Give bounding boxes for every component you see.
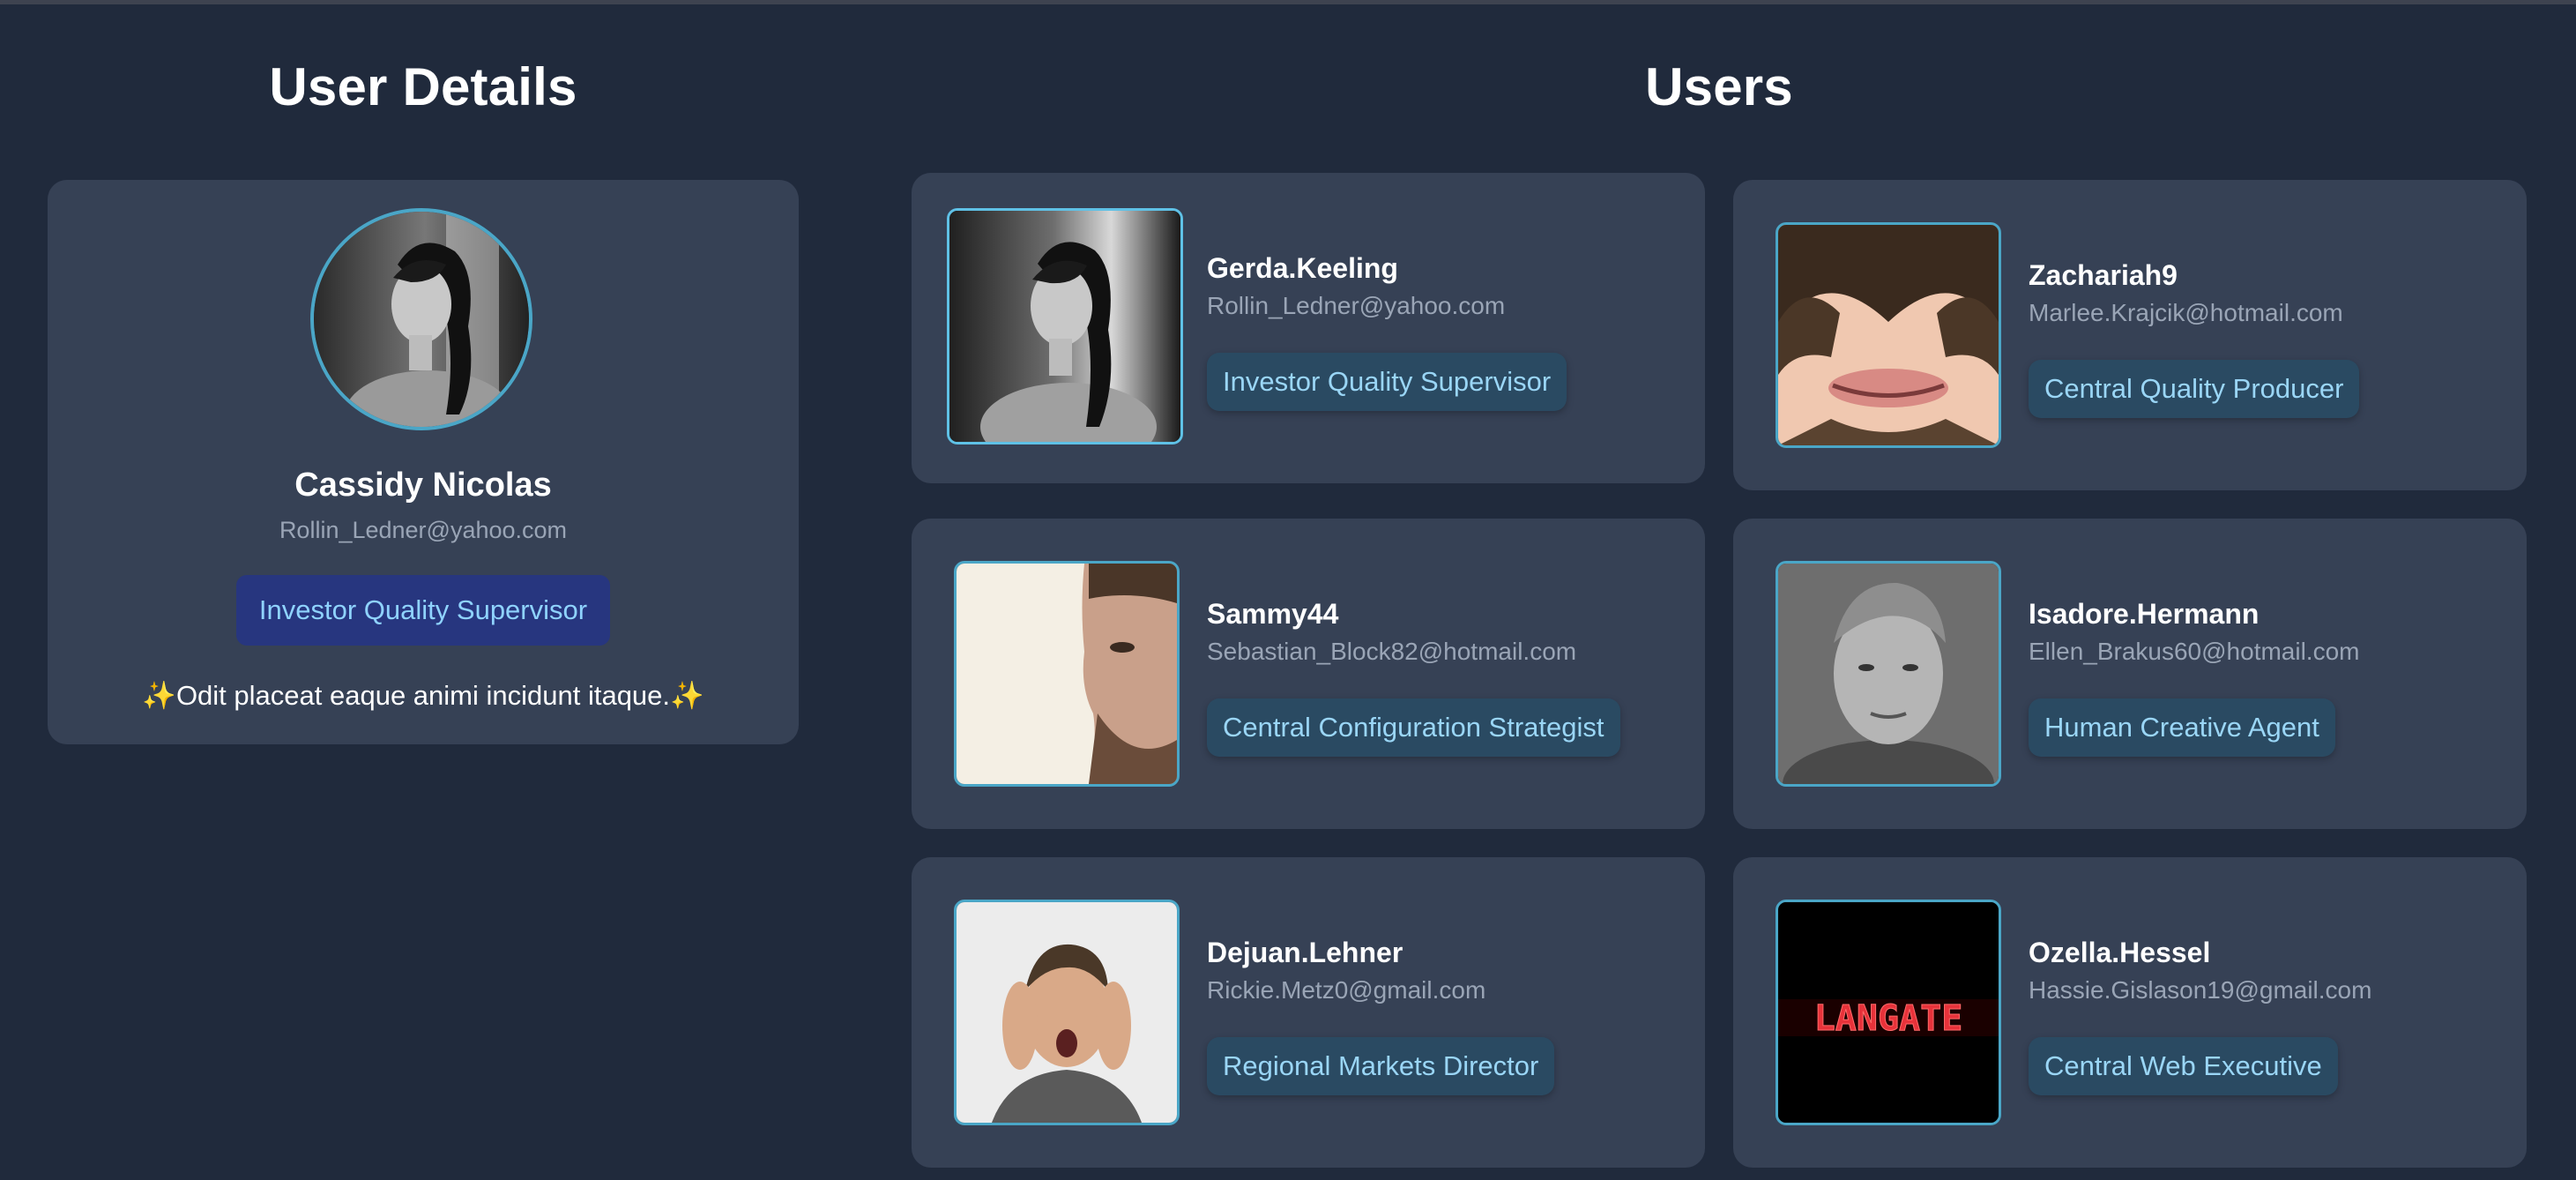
- window-top-border: [0, 0, 2576, 4]
- user-role-badge: Regional Markets Director: [1207, 1037, 1555, 1095]
- detail-email: Rollin_Ledner@yahoo.com: [279, 517, 568, 543]
- user-email: Hassie.Gislason19@gmail.com: [2029, 976, 2372, 1004]
- user-detail-card: Cassidy Nicolas Rollin_Ledner@yahoo.com …: [48, 180, 799, 744]
- detail-bio: ✨Odit placeat eaque animi incidunt itaqu…: [142, 680, 704, 711]
- user-card-ozella-hessel[interactable]: LANGATE Ozella.Hessel Hassie.Gislason19@…: [1733, 857, 2527, 1168]
- user-role-badge: Human Creative Agent: [2029, 698, 2335, 757]
- user-name: Isadore.Hermann: [2029, 598, 2260, 630]
- user-name: Ozella.Hessel: [2029, 937, 2211, 968]
- user-details-heading: User Details: [269, 57, 577, 116]
- surprised-man-image: [957, 902, 1177, 1123]
- user-card-gerda-keeling[interactable]: Gerda.Keeling Rollin_Ledner@yahoo.com In…: [912, 173, 1705, 483]
- user-photo: [954, 561, 1180, 787]
- user-role-badge: Central Quality Producer: [2029, 360, 2360, 418]
- user-email: Rickie.Metz0@gmail.com: [1207, 976, 1486, 1004]
- user-card-zachariah9[interactable]: Zachariah9 Marlee.Krajcik@hotmail.com Ce…: [1733, 180, 2527, 490]
- user-name: Dejuan.Lehner: [1207, 937, 1403, 968]
- svg-text:LANGATE: LANGATE: [1814, 998, 1963, 1039]
- user-photo: [1776, 222, 2001, 448]
- man-portrait-image: [1778, 564, 1999, 784]
- user-name: Sammy44: [1207, 598, 1339, 630]
- detail-name: Cassidy Nicolas: [294, 467, 552, 504]
- user-email: Sebastian_Block82@hotmail.com: [1207, 638, 1577, 665]
- user-email: Ellen_Brakus60@hotmail.com: [2029, 638, 2360, 665]
- hairy-face-image: [1778, 225, 1999, 445]
- user-card-sammy44[interactable]: Sammy44 Sebastian_Block82@hotmail.com Ce…: [912, 519, 1705, 829]
- user-photo: LANGATE: [1776, 900, 2001, 1125]
- user-email: Rollin_Ledner@yahoo.com: [1207, 292, 1506, 319]
- user-photo: [947, 208, 1183, 444]
- detail-avatar: [310, 208, 532, 430]
- user-role-badge: Investor Quality Supervisor: [1207, 353, 1567, 411]
- user-card-dejuan-lehner[interactable]: Dejuan.Lehner Rickie.Metz0@gmail.com Reg…: [912, 857, 1705, 1168]
- woman-portrait-image: [314, 212, 529, 427]
- user-role-badge: Central Web Executive: [2029, 1037, 2338, 1095]
- user-photo: [1776, 561, 2001, 787]
- man-profile-image: [957, 564, 1177, 784]
- user-name: Zachariah9: [2029, 259, 2178, 291]
- users-heading: Users: [1645, 57, 1793, 116]
- user-email: Marlee.Krajcik@hotmail.com: [2029, 299, 2343, 326]
- user-card-isadore-hermann[interactable]: Isadore.Hermann Ellen_Brakus60@hotmail.c…: [1733, 519, 2527, 829]
- langate-logo-image: LANGATE: [1778, 902, 1999, 1123]
- user-name: Gerda.Keeling: [1207, 252, 1398, 284]
- user-role-badge: Central Configuration Strategist: [1207, 698, 1620, 757]
- woman-portrait-image: [949, 211, 1180, 442]
- detail-role-badge: Investor Quality Supervisor: [236, 575, 610, 646]
- user-photo: [954, 900, 1180, 1125]
